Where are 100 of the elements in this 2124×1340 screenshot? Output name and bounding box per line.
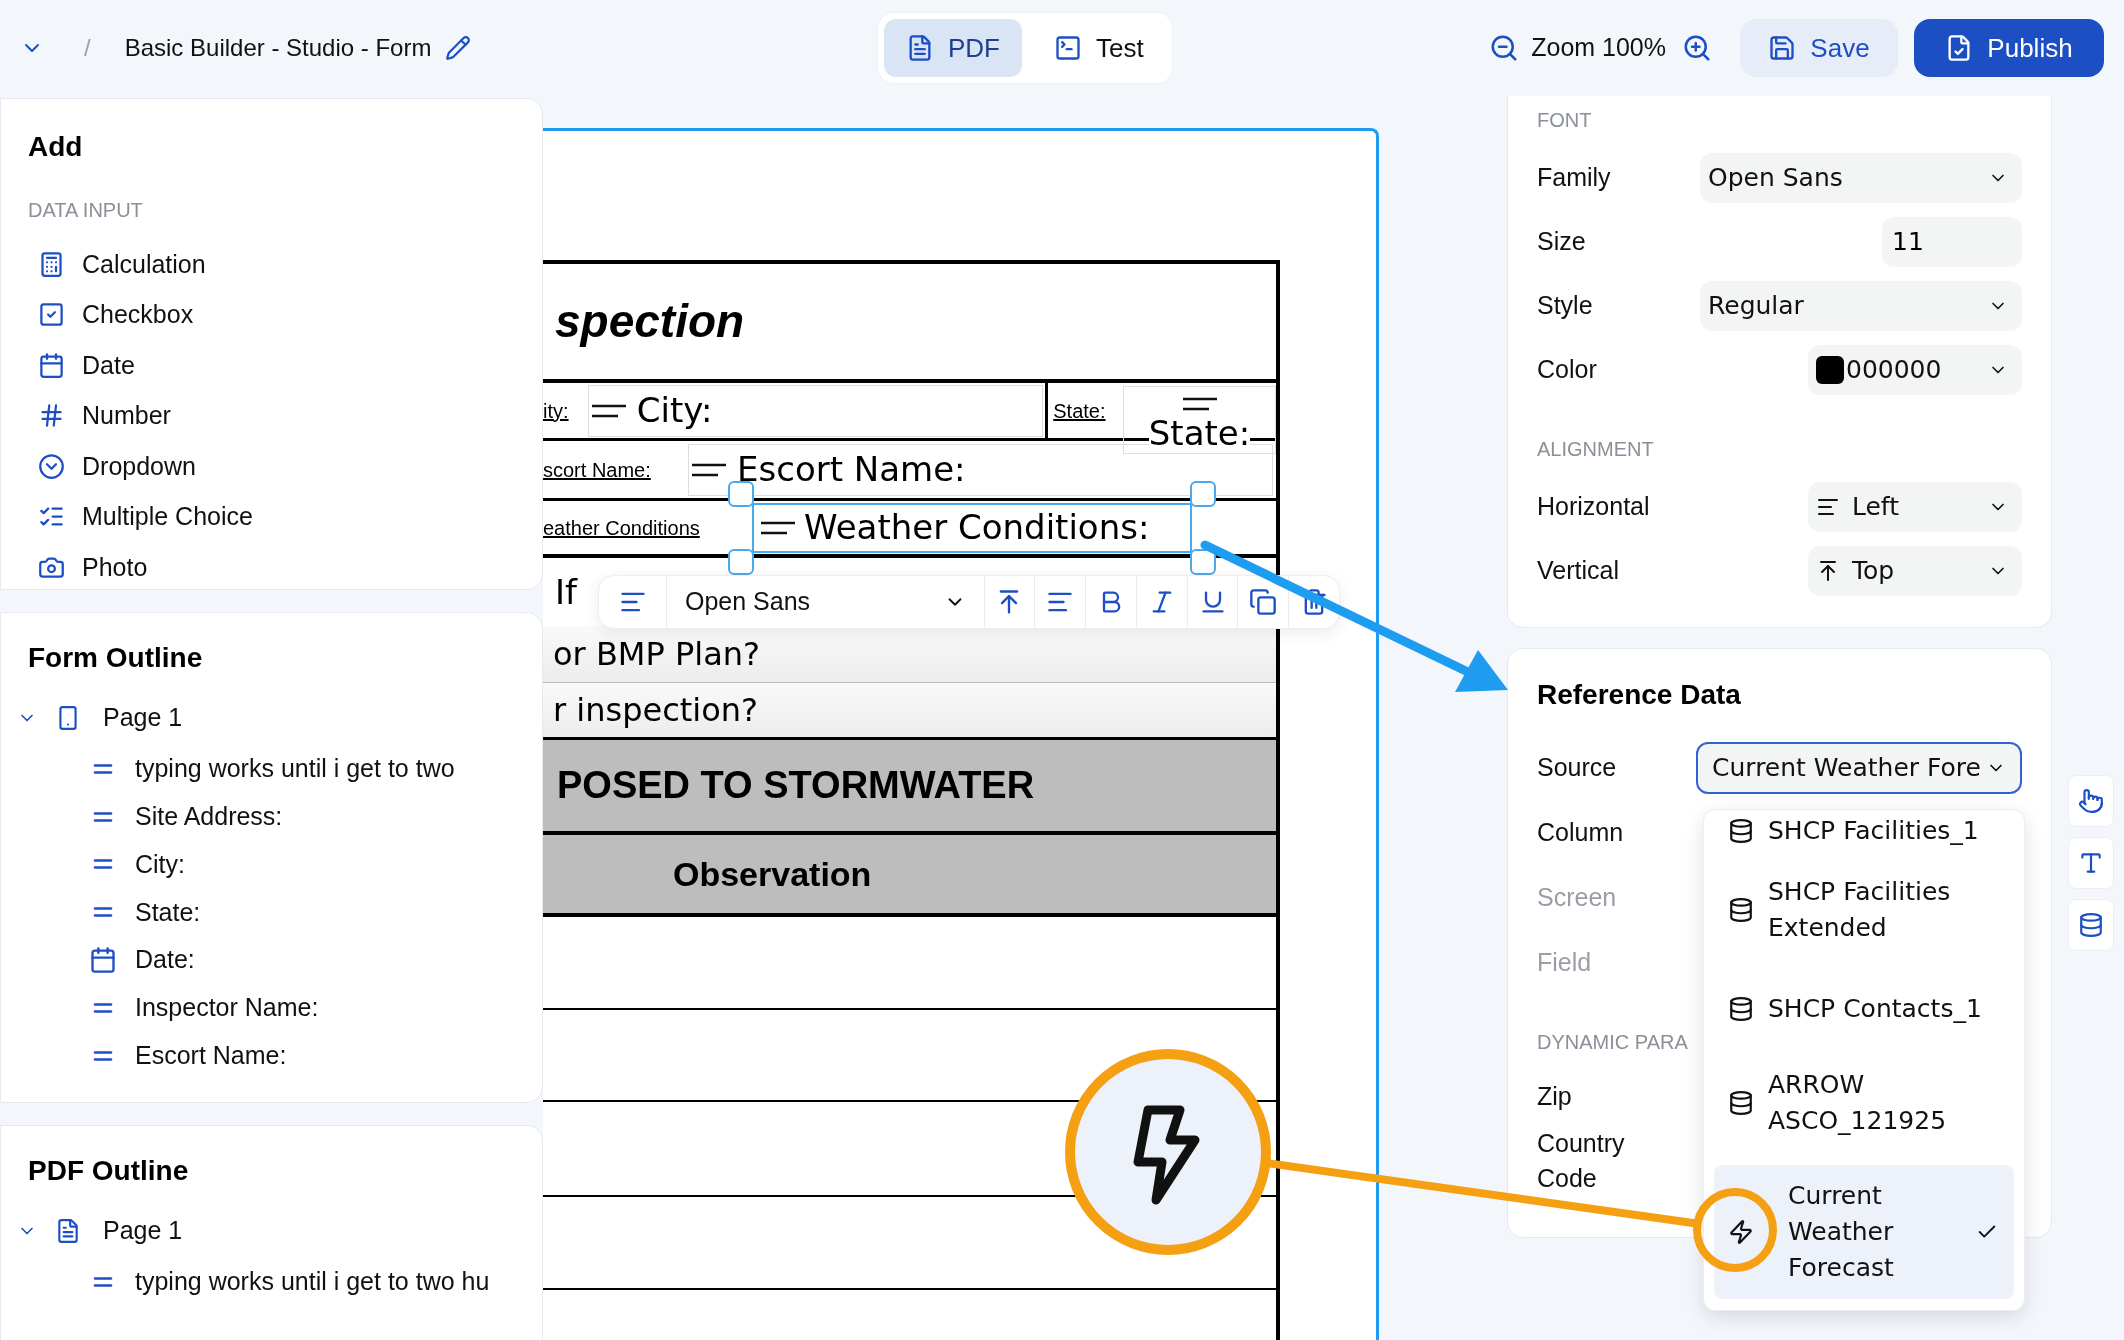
outline-item[interactable]: Escort Name: — [1, 1031, 287, 1080]
database-icon — [1728, 996, 1754, 1022]
field-label: Country Code — [1537, 1128, 1626, 1194]
database-icon — [1728, 818, 1754, 844]
field-label: ity: — [543, 398, 570, 424]
text-lines-icon — [691, 462, 727, 477]
dropdown-option[interactable]: Current Weather Forecast — [1714, 1165, 2014, 1299]
pointer-tool[interactable] — [2068, 775, 2114, 827]
field-label: State: — [1053, 398, 1107, 424]
field-text: City: — [636, 389, 713, 432]
outline-item[interactable]: State: — [1, 888, 201, 937]
resize-handle[interactable] — [1190, 480, 1216, 507]
resize-handle[interactable] — [728, 480, 754, 507]
lightning-icon — [1728, 1219, 1754, 1245]
mode-tab[interactable]: PDF — [884, 19, 1022, 77]
field-label: Style — [1537, 290, 1593, 322]
form-field[interactable]: State: — [1123, 386, 1276, 454]
form-field[interactable]: City: — [587, 384, 1044, 437]
section-heading: POSED TO STORMWATER — [557, 763, 1035, 808]
add-field-item[interactable]: Photo — [1, 542, 148, 589]
data-tool[interactable] — [2068, 899, 2114, 951]
size-input[interactable]: 11 — [1882, 217, 2022, 267]
select-field[interactable]: Left — [1808, 482, 2022, 532]
panel-title: Form Outline — [28, 641, 203, 675]
outline-item[interactable]: Inspector Name: — [1, 984, 319, 1032]
font-select[interactable]: Open Sans — [666, 576, 984, 628]
select-field[interactable]: Open Sans — [1700, 153, 2022, 203]
add-field-item[interactable]: Number — [1, 390, 171, 441]
dropdown-option[interactable]: SHCP Contacts_1 — [1704, 968, 2024, 1050]
outline-item[interactable]: typing works until i get to two — [1, 745, 455, 793]
section-heading: ALIGNMENT — [1537, 436, 1654, 462]
form-field[interactable]: Weather Conditions: — [752, 502, 1192, 553]
hand-pointer-icon — [2078, 788, 2104, 814]
source-select[interactable]: Current Weather Fore — [1696, 741, 2022, 794]
outline-page[interactable]: Page 1 — [1, 691, 183, 745]
chevron-circle-icon — [38, 452, 65, 480]
add-field-item[interactable]: Calculation — [1, 239, 206, 290]
resize-handle[interactable] — [728, 548, 754, 575]
outline-item[interactable]: typing works until i get to two hu — [1, 1258, 490, 1306]
field-label: Horizontal — [1537, 491, 1650, 523]
add-field-item[interactable]: Date — [1, 340, 135, 391]
add-field-item[interactable]: Checkbox — [1, 289, 194, 340]
database-icon — [1728, 897, 1754, 923]
zoom-level: Zoom 100% — [1531, 32, 1666, 64]
field-label: Zip — [1537, 1081, 1573, 1112]
form-title: Basic Builder - Studio - Form — [124, 33, 432, 63]
field-text: or BMP Plan? — [553, 634, 760, 675]
outline-item[interactable]: Date: — [1, 936, 195, 984]
zoom-in-icon[interactable] — [1682, 33, 1712, 63]
card-title: Reference Data — [1537, 678, 1741, 712]
section-heading: DYNAMIC PARA — [1537, 1030, 1688, 1055]
field-text: r inspection? — [553, 690, 759, 731]
calendar-icon — [38, 351, 65, 379]
terminal-icon — [1054, 34, 1082, 62]
field-label: Column — [1537, 816, 1624, 848]
outline-item[interactable]: City: — [1, 840, 185, 889]
database-icon — [2078, 912, 2104, 938]
calculator-icon — [38, 250, 65, 278]
text-lines-icon — [590, 403, 627, 418]
dropdown-option[interactable]: SHCP Facilities Extended — [1704, 852, 2024, 968]
add-field-item[interactable]: Multiple Choice — [1, 491, 253, 542]
outline-item[interactable]: Site Address: — [1, 792, 283, 841]
calendar-icon — [89, 946, 117, 975]
database-icon — [1728, 1089, 1754, 1116]
outline-page[interactable]: Page 1 — [1, 1204, 183, 1258]
field-text: Escort Name: — [737, 448, 966, 491]
mode-tab[interactable]: Test — [1032, 19, 1166, 77]
dropdown-option[interactable]: SHCP Facilities_1 — [1704, 810, 2024, 852]
edit-icon[interactable] — [445, 35, 472, 61]
form-heading: spection — [555, 294, 745, 349]
field-label: Size — [1537, 226, 1586, 258]
text-lines-icon — [760, 520, 796, 535]
color-value: 000000 — [1846, 354, 1942, 387]
field-label: Family — [1537, 162, 1611, 194]
color-select[interactable]: 000000 — [1808, 345, 2022, 395]
checkbox-icon — [38, 301, 65, 329]
select-field[interactable]: Regular — [1700, 281, 2022, 331]
field-label: eather Conditions — [543, 515, 701, 541]
field-label: Color — [1537, 354, 1597, 386]
field-label: Vertical — [1537, 555, 1619, 587]
hash-icon — [38, 402, 65, 430]
field-label: Field — [1537, 946, 1592, 978]
publish-button[interactable]: Publish — [1914, 19, 2104, 77]
dropdown-option[interactable]: ARROW ASCO_121925 — [1704, 1050, 2024, 1155]
section-heading: FONT — [1537, 108, 1592, 133]
save-button[interactable]: Save — [1740, 19, 1898, 77]
field-text: If — [555, 570, 577, 614]
field-label: scort Name: — [543, 457, 652, 483]
add-field-item[interactable]: Dropdown — [1, 441, 196, 492]
text-tool[interactable] — [2068, 837, 2114, 889]
panel-title: Add — [28, 130, 83, 164]
select-field[interactable]: Top — [1808, 546, 2022, 596]
field-label: Source — [1537, 751, 1617, 783]
field-label: Screen — [1537, 881, 1617, 913]
column-heading: Observation — [673, 853, 872, 895]
breadcrumb-separator: / — [84, 33, 91, 63]
copy-icon[interactable] — [1249, 588, 1278, 616]
lightning-icon — [1133, 1105, 1200, 1205]
text-lines-icon — [1181, 397, 1218, 411]
field-text: Weather Conditions: — [804, 506, 1150, 549]
